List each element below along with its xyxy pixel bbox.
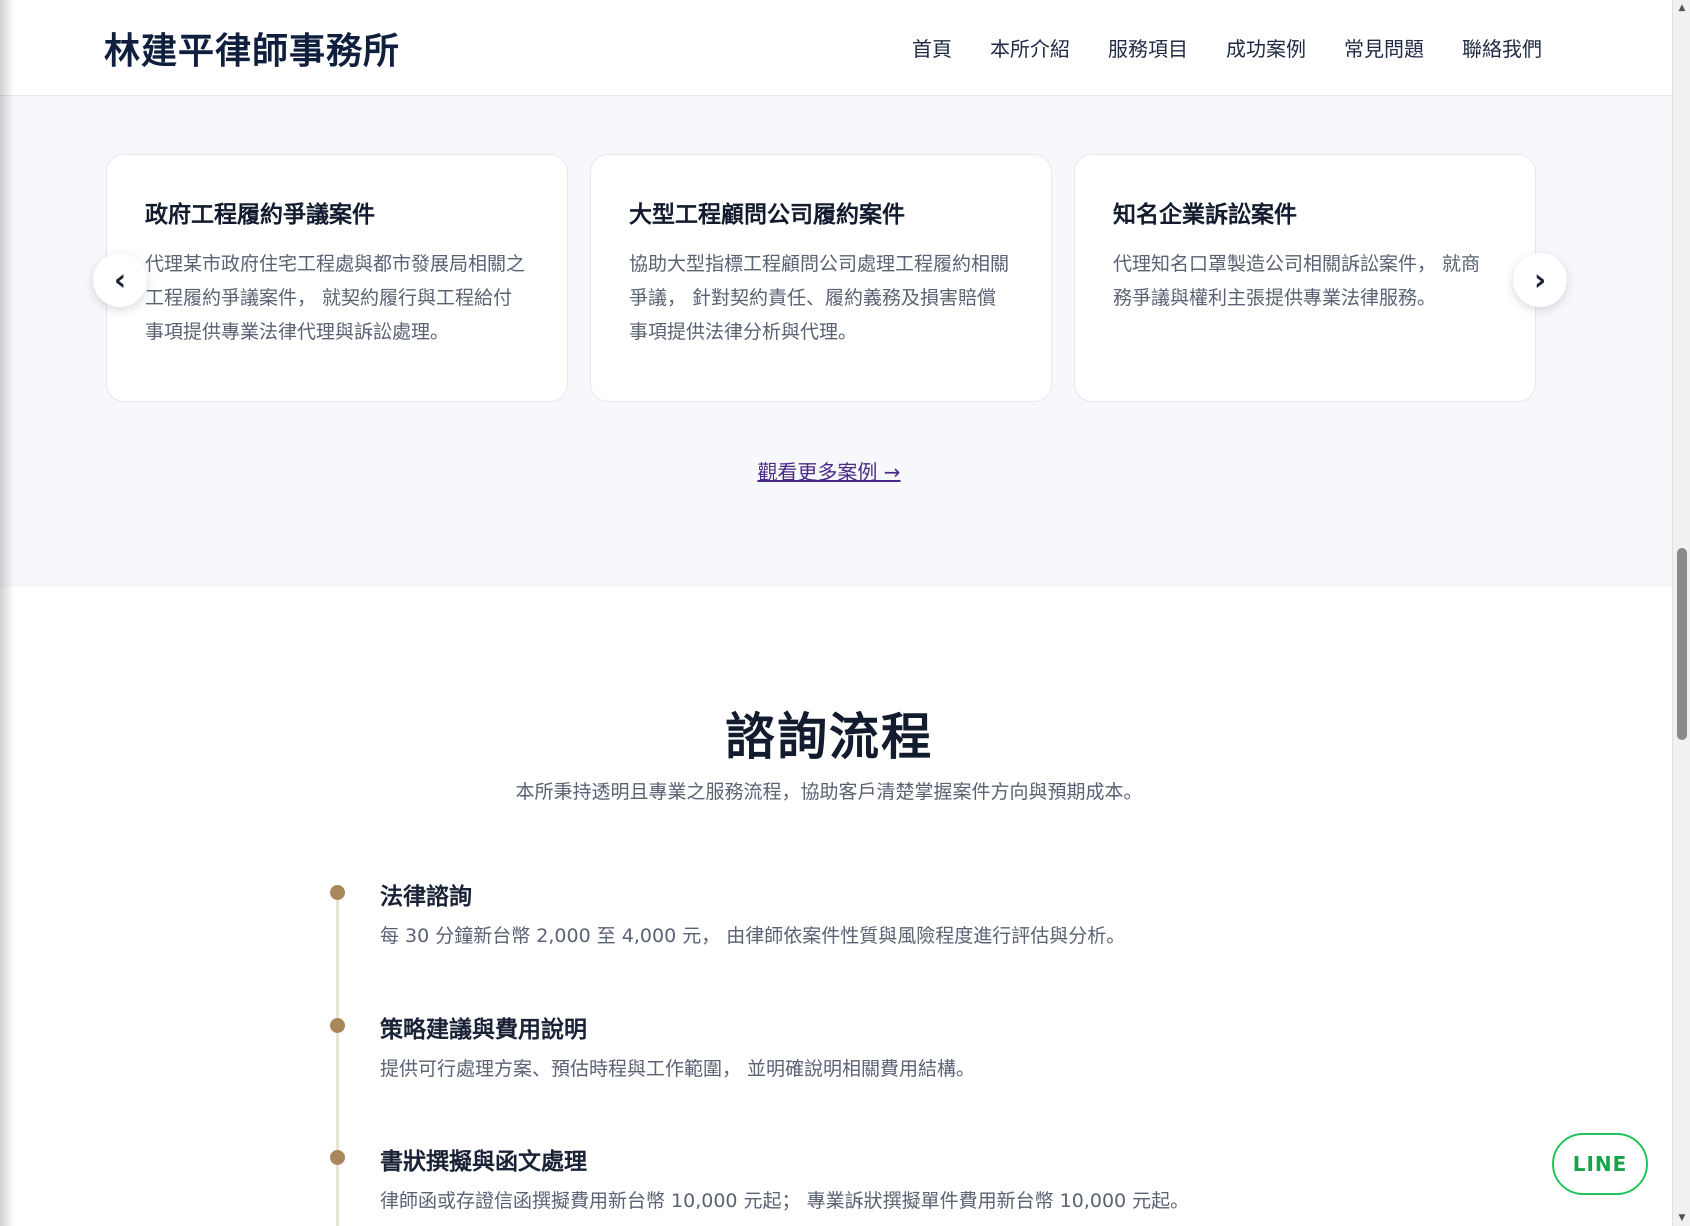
nav-home[interactable]: 首頁: [912, 33, 952, 62]
nav-contact[interactable]: 聯絡我們: [1462, 33, 1542, 62]
cases-section: 政府工程履約爭議案件 代理某市政府住宅工程處與都市發展局相關之工程履約爭議案件，…: [0, 96, 1672, 587]
page-scrollbar[interactable]: ▲ ▼: [1672, 0, 1690, 1226]
case-card[interactable]: 大型工程顧問公司履約案件 協助大型指標工程顧問公司處理工程履約相關爭議， 針對契…: [590, 154, 1052, 402]
case-card[interactable]: 知名企業訴訟案件 代理知名口罩製造公司相關訴訟案件， 就商務爭議與權利主張提供專…: [1074, 154, 1536, 402]
nav-cases[interactable]: 成功案例: [1226, 33, 1306, 62]
scroll-up-arrow-icon[interactable]: ▲: [1673, 0, 1690, 16]
consultation-process-section: 諮詢流程 本所秉持透明且專業之服務流程，協助客戶清楚掌握案件方向與預期成本。 法…: [0, 587, 1672, 1226]
step-desc: 每 30 分鐘新台幣 2,000 至 4,000 元， 由律師依案件性質與風險程…: [380, 925, 1126, 947]
timeline-dot-icon: [330, 1150, 345, 1165]
case-card-desc: 代理知名口罩製造公司相關訴訟案件， 就商務爭議與權利主張提供專業法律服務。: [1113, 253, 1481, 309]
case-card-title: 知名企業訴訟案件: [1113, 201, 1297, 228]
timeline-dot-icon: [330, 1018, 345, 1033]
process-timeline: 法律諮詢 每 30 分鐘新台幣 2,000 至 4,000 元， 由律師依案件性…: [330, 877, 1330, 1226]
chevron-right-icon: ›: [1533, 262, 1547, 298]
process-subtitle: 本所秉持透明且專業之服務流程，協助客戶清楚掌握案件方向與預期成本。: [515, 781, 1143, 803]
main-nav: 首頁 本所介紹 服務項目 成功案例 常見問題 聯絡我們: [912, 33, 1542, 62]
chevron-left-icon: ‹: [113, 262, 127, 298]
timeline-line: [336, 887, 339, 1226]
brand-logo-text[interactable]: 林建平律師事務所: [104, 22, 400, 74]
scrollbar-thumb[interactable]: [1677, 548, 1687, 740]
nav-services[interactable]: 服務項目: [1108, 33, 1188, 62]
more-cases-link[interactable]: 觀看更多案例 →: [757, 460, 900, 484]
case-card-desc: 協助大型指標工程顧問公司處理工程履約相關爭議， 針對契約責任、履約義務及損害賠償…: [629, 253, 1010, 343]
nav-faq[interactable]: 常見問題: [1344, 33, 1424, 62]
step-title: 法律諮詢: [380, 884, 472, 910]
timeline-dot-icon: [330, 885, 345, 900]
carousel-next-button[interactable]: ›: [1513, 253, 1567, 307]
case-card[interactable]: 政府工程履約爭議案件 代理某市政府住宅工程處與都市發展局相關之工程履約爭議案件，…: [106, 154, 568, 402]
scroll-down-arrow-icon[interactable]: ▼: [1673, 1210, 1690, 1226]
case-card-title: 政府工程履約爭議案件: [145, 201, 375, 228]
step-title: 策略建議與費用說明: [380, 1017, 587, 1043]
case-card-desc: 代理某市政府住宅工程處與都市發展局相關之工程履約爭議案件， 就契約履行與工程給付…: [145, 253, 526, 343]
step-desc: 律師函或存證信函撰擬費用新台幣 10,000 元起； 專業訴狀撰擬單件費用新台幣…: [380, 1190, 1190, 1212]
case-card-title: 大型工程顧問公司履約案件: [629, 201, 905, 228]
step-desc: 提供可行處理方案、預估時程與工作範圍， 並明確說明相關費用結構。: [380, 1058, 976, 1080]
process-title: 諮詢流程: [725, 707, 933, 766]
site-header: 林建平律師事務所 首頁 本所介紹 服務項目 成功案例 常見問題 聯絡我們: [0, 0, 1672, 96]
nav-about[interactable]: 本所介紹: [990, 33, 1070, 62]
carousel-prev-button[interactable]: ‹: [93, 253, 147, 307]
more-cases-wrap: 觀看更多案例 →: [0, 456, 1658, 485]
line-chat-button[interactable]: LINE: [1552, 1133, 1648, 1195]
step-title: 書狀撰擬與函文處理: [380, 1149, 587, 1175]
